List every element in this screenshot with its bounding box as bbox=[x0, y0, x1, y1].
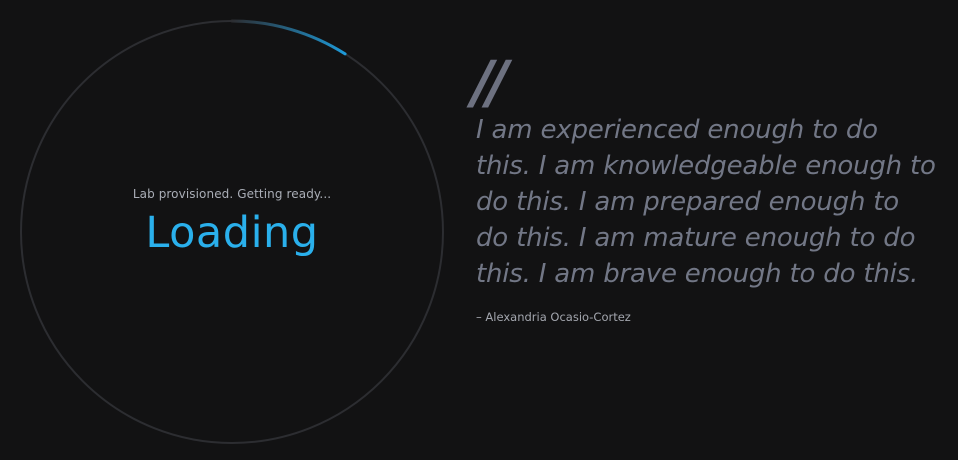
quote-block: // I am experienced enough to do this. I… bbox=[472, 53, 936, 324]
loading-title: Loading bbox=[145, 208, 319, 258]
quote-text: I am experienced enough to do this. I am… bbox=[476, 115, 936, 289]
quote-mark-icon: // bbox=[472, 48, 508, 116]
quote-author: – Alexandria Ocasio-Cortez bbox=[476, 310, 631, 324]
status-message: Lab provisioned. Getting ready... bbox=[132, 187, 332, 201]
loading-spinner: Lab provisioned. Getting ready... Loadin… bbox=[18, 18, 446, 446]
loader-content: Lab provisioned. Getting ready... Loadin… bbox=[18, 18, 446, 446]
